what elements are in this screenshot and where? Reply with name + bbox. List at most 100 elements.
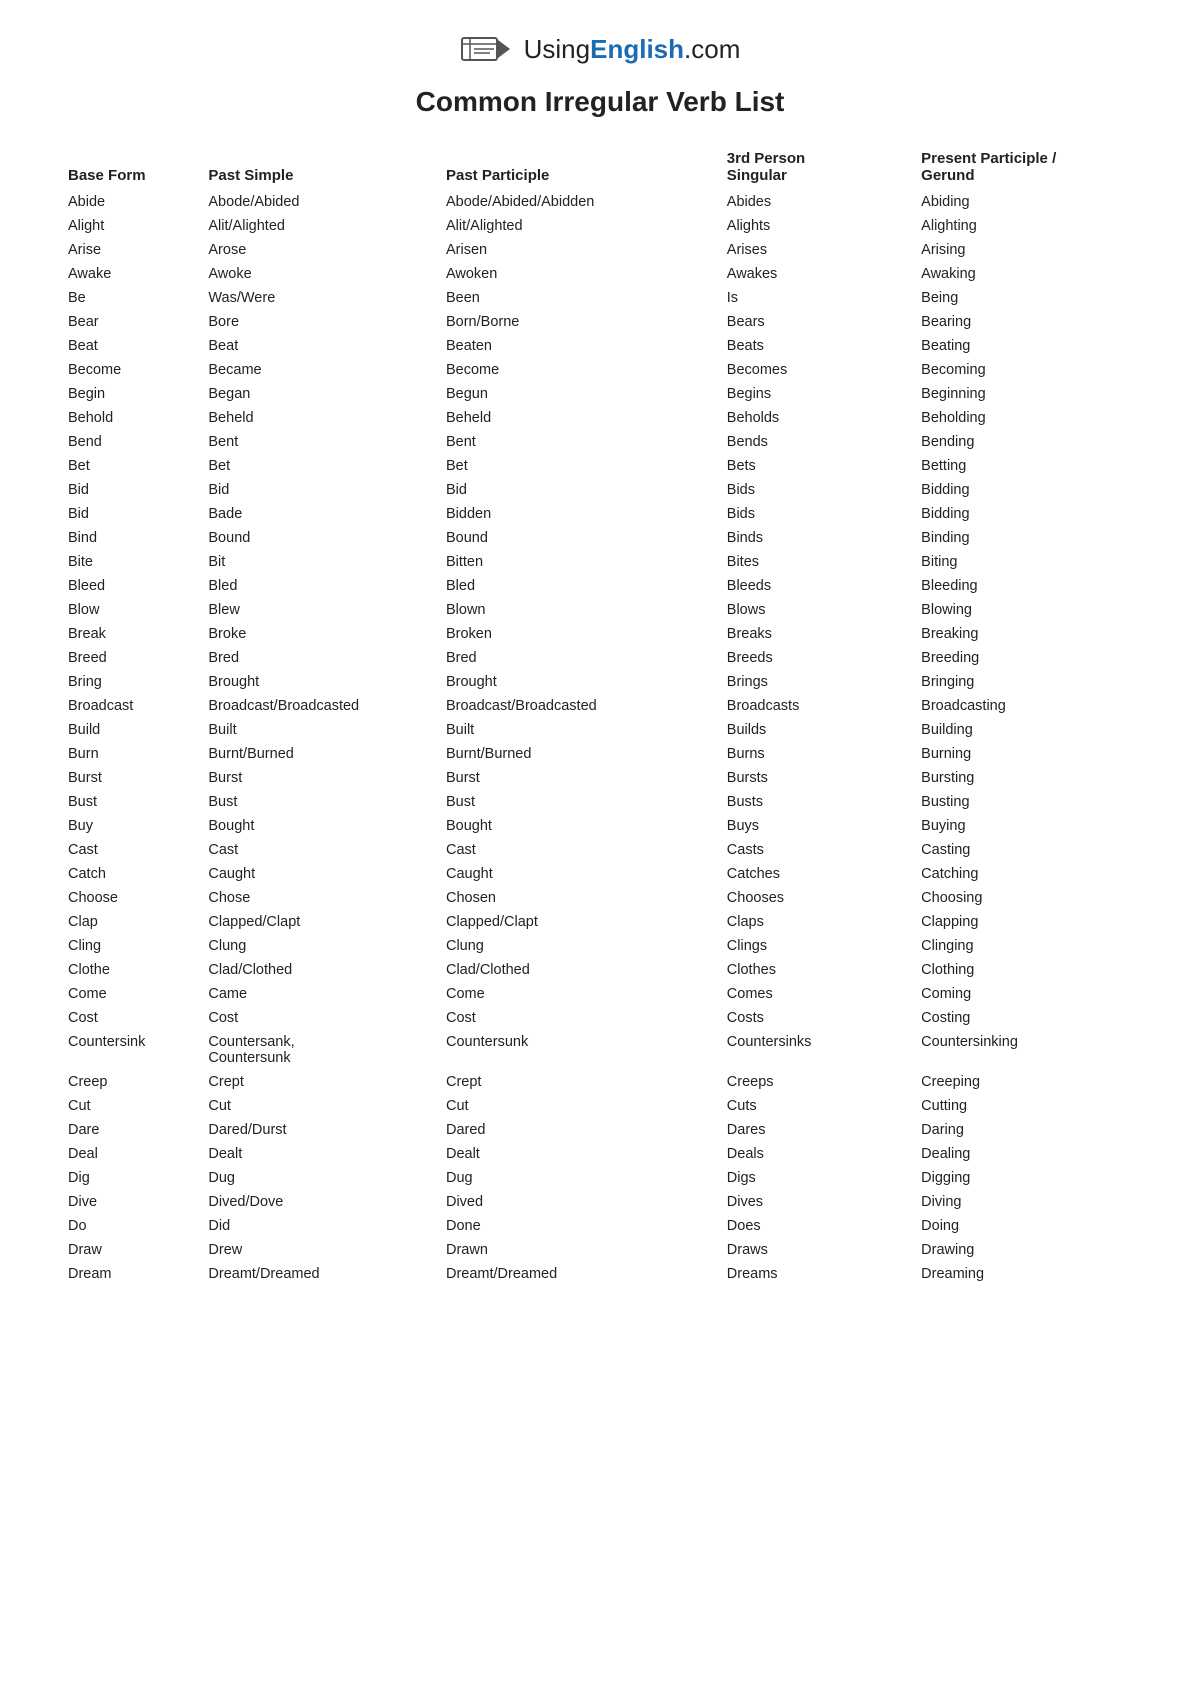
table-cell: Biting — [913, 550, 1140, 574]
table-cell: Beholds — [719, 406, 913, 430]
table-cell: Broadcasting — [913, 694, 1140, 718]
table-cell: Bet — [60, 454, 200, 478]
table-cell: Is — [719, 286, 913, 310]
table-cell: Builds — [719, 718, 913, 742]
table-row: CatchCaughtCaughtCatchesCatching — [60, 862, 1140, 886]
table-cell: Dares — [719, 1118, 913, 1142]
table-cell: Bleeds — [719, 574, 913, 598]
table-cell: Bid — [60, 478, 200, 502]
table-cell: Bought — [200, 814, 438, 838]
table-row: BindBoundBoundBindsBinding — [60, 526, 1140, 550]
table-cell: Arisen — [438, 238, 719, 262]
table-cell: Bleed — [60, 574, 200, 598]
table-cell: Begin — [60, 382, 200, 406]
table-cell: Brings — [719, 670, 913, 694]
table-cell: Bends — [719, 430, 913, 454]
table-cell: Caught — [200, 862, 438, 886]
table-cell: Beheld — [438, 406, 719, 430]
table-cell: Begun — [438, 382, 719, 406]
col-header-base: Base Form — [60, 146, 200, 190]
col-header-past: Past Simple — [200, 146, 438, 190]
table-cell: Blew — [200, 598, 438, 622]
table-row: DiveDived/DoveDivedDivesDiving — [60, 1190, 1140, 1214]
table-row: CastCastCastCastsCasting — [60, 838, 1140, 862]
table-row: DealDealtDealtDealsDealing — [60, 1142, 1140, 1166]
table-cell: Awaking — [913, 262, 1140, 286]
table-cell: Creeping — [913, 1070, 1140, 1094]
table-cell: Beating — [913, 334, 1140, 358]
table-row: BeginBeganBegunBeginsBeginning — [60, 382, 1140, 406]
table-cell: Bids — [719, 478, 913, 502]
table-cell: Alights — [719, 214, 913, 238]
table-cell: Dives — [719, 1190, 913, 1214]
table-cell: Bought — [438, 814, 719, 838]
table-cell: Countersinking — [913, 1030, 1140, 1070]
table-cell: Burns — [719, 742, 913, 766]
table-cell: Bust — [438, 790, 719, 814]
table-row: BurnBurnt/BurnedBurnt/BurnedBurnsBurning — [60, 742, 1140, 766]
table-cell: Bore — [200, 310, 438, 334]
table-cell: Burst — [60, 766, 200, 790]
table-cell: Dreaming — [913, 1262, 1140, 1286]
table-cell: Cut — [438, 1094, 719, 1118]
table-row: AriseAroseArisenArisesArising — [60, 238, 1140, 262]
table-cell: Bearing — [913, 310, 1140, 334]
table-cell: Clinging — [913, 934, 1140, 958]
table-cell: Came — [200, 982, 438, 1006]
logo-icon — [460, 30, 512, 68]
table-cell: Daring — [913, 1118, 1140, 1142]
table-cell: Beginning — [913, 382, 1140, 406]
table-cell: Bled — [200, 574, 438, 598]
table-cell: Buys — [719, 814, 913, 838]
table-row: CostCostCostCostsCosting — [60, 1006, 1140, 1030]
table-cell: Bidding — [913, 478, 1140, 502]
table-cell: Chooses — [719, 886, 913, 910]
table-cell: Clapped/Clapt — [200, 910, 438, 934]
table-cell: Bending — [913, 430, 1140, 454]
table-cell: Burning — [913, 742, 1140, 766]
table-cell: Casting — [913, 838, 1140, 862]
table-row: BeWas/WereBeenIsBeing — [60, 286, 1140, 310]
table-cell: Alit/Alighted — [438, 214, 719, 238]
table-cell: Buy — [60, 814, 200, 838]
table-cell: Awake — [60, 262, 200, 286]
table-cell: Broadcast — [60, 694, 200, 718]
table-cell: Dealt — [438, 1142, 719, 1166]
table-cell: Bidden — [438, 502, 719, 526]
table-cell: Bust — [60, 790, 200, 814]
table-cell: Clapping — [913, 910, 1140, 934]
table-row: BuyBoughtBoughtBuysBuying — [60, 814, 1140, 838]
table-cell: Broke — [200, 622, 438, 646]
table-cell: Beheld — [200, 406, 438, 430]
table-cell: Come — [438, 982, 719, 1006]
table-cell: Catching — [913, 862, 1140, 886]
table-row: BreakBrokeBrokenBreaksBreaking — [60, 622, 1140, 646]
table-row: DareDared/DurstDaredDaresDaring — [60, 1118, 1140, 1142]
table-cell: Choose — [60, 886, 200, 910]
table-cell: Be — [60, 286, 200, 310]
table-cell: Caught — [438, 862, 719, 886]
table-cell: Burst — [438, 766, 719, 790]
table-cell: Bent — [438, 430, 719, 454]
table-cell: Awoken — [438, 262, 719, 286]
table-cell: Dealing — [913, 1142, 1140, 1166]
table-cell: Bled — [438, 574, 719, 598]
table-cell: Dived — [438, 1190, 719, 1214]
site-name-plain: Using — [524, 34, 590, 64]
table-cell: Bursts — [719, 766, 913, 790]
table-row: CountersinkCountersank,CountersunkCounte… — [60, 1030, 1140, 1070]
table-cell: Clothe — [60, 958, 200, 982]
col-header-gerund: Present Participle / Gerund — [913, 146, 1140, 190]
table-cell: Countersank,Countersunk — [200, 1030, 438, 1070]
table-cell: Brought — [200, 670, 438, 694]
table-row: BidBadeBiddenBidsBidding — [60, 502, 1140, 526]
table-cell: Cost — [200, 1006, 438, 1030]
table-cell: Countersinks — [719, 1030, 913, 1070]
table-row: BidBidBidBidsBidding — [60, 478, 1140, 502]
table-cell: Breeds — [719, 646, 913, 670]
table-cell: Bringing — [913, 670, 1140, 694]
table-cell: Arising — [913, 238, 1140, 262]
table-row: BuildBuiltBuiltBuildsBuilding — [60, 718, 1140, 742]
table-cell: Been — [438, 286, 719, 310]
table-cell: Claps — [719, 910, 913, 934]
